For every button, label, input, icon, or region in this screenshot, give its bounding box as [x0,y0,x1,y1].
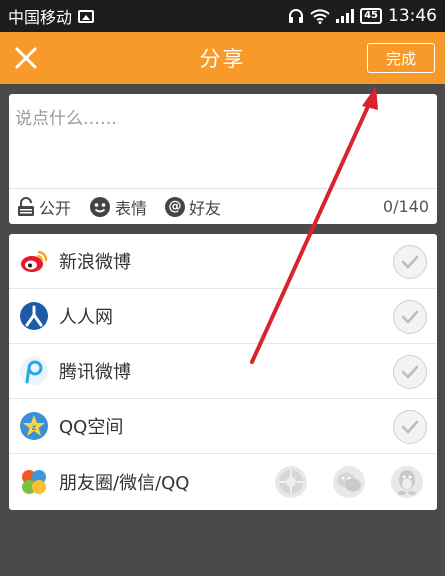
share-item-qzone[interactable]: z QQ空间 [9,399,437,454]
public-visibility-button[interactable]: 公开 [17,195,71,219]
emoji-button[interactable]: 表情 [89,195,147,219]
compose-card: 公开 表情 @ 好友 0/140 [9,94,437,224]
svg-text:z: z [32,423,37,432]
done-button[interactable]: 完成 [367,43,435,73]
header-bar: 分享 完成 [0,32,445,84]
tencent-weibo-icon [20,357,48,385]
headphones-icon [289,9,304,23]
check-icon [401,420,419,434]
sina-weibo-icon [21,250,48,272]
share-item-renren[interactable]: 人人网 [9,289,437,344]
moments-share-button[interactable] [275,465,307,498]
public-label: 公开 [39,198,72,218]
compose-toolbar: 公开 表情 @ 好友 0/140 [9,188,437,224]
wechat-share-button[interactable] [333,465,365,498]
share-item-tencent-weibo[interactable]: 腾讯微博 [9,344,437,399]
clock: 13:46 [388,6,437,26]
friends-label: 好友 [189,198,222,218]
qq-penguin-icon [398,469,416,495]
share-item-label: 腾讯微博 [59,362,131,383]
select-toggle[interactable] [393,410,427,444]
select-toggle[interactable] [393,300,427,334]
share-item-moments[interactable]: 朋友圈/微信/QQ [9,454,437,509]
share-item-sina-weibo[interactable]: 新浪微博 [9,234,437,289]
check-icon [401,255,419,269]
share-platform-list: 新浪微博 人人网 腾讯微博 z QQ空间 朋友圈/微信/QQ [9,234,437,510]
smiley-icon [90,196,111,217]
status-bar: 中国移动 45 13:46 [0,0,445,32]
image-notification-icon [78,9,95,23]
status-right: 45 13:46 [288,6,437,26]
emoji-label: 表情 [115,198,148,218]
lock-icon [18,196,34,216]
at-sign-icon: @ [165,196,186,217]
carrier-name: 中国移动 [8,8,73,27]
share-item-label: 新浪微博 [59,252,131,273]
check-icon [401,310,419,324]
page-title: 分享 [199,47,246,71]
select-toggle[interactable] [393,245,427,279]
mention-friends-button[interactable]: @ 好友 [165,195,221,219]
qq-share-button[interactable] [391,465,423,498]
share-item-label: 朋友圈/微信/QQ [59,472,190,494]
status-left: 中国移动 [8,4,95,28]
char-count: 0/140 [382,197,429,216]
battery-icon: 45 [360,8,382,24]
moments-icon [22,469,46,494]
check-icon [401,365,419,379]
wifi-icon [310,9,330,24]
qzone-icon: z [20,412,48,440]
camera-aperture-icon [279,469,303,494]
wechat-icon [337,472,361,491]
share-item-label: 人人网 [59,307,113,328]
sub-share-icons [275,465,427,498]
status-input[interactable] [9,94,437,182]
close-button[interactable] [10,42,42,74]
signal-icon [336,9,355,23]
select-toggle[interactable] [393,355,427,389]
renren-icon [20,302,48,330]
share-item-label: QQ空间 [59,417,124,438]
close-icon [15,47,37,69]
